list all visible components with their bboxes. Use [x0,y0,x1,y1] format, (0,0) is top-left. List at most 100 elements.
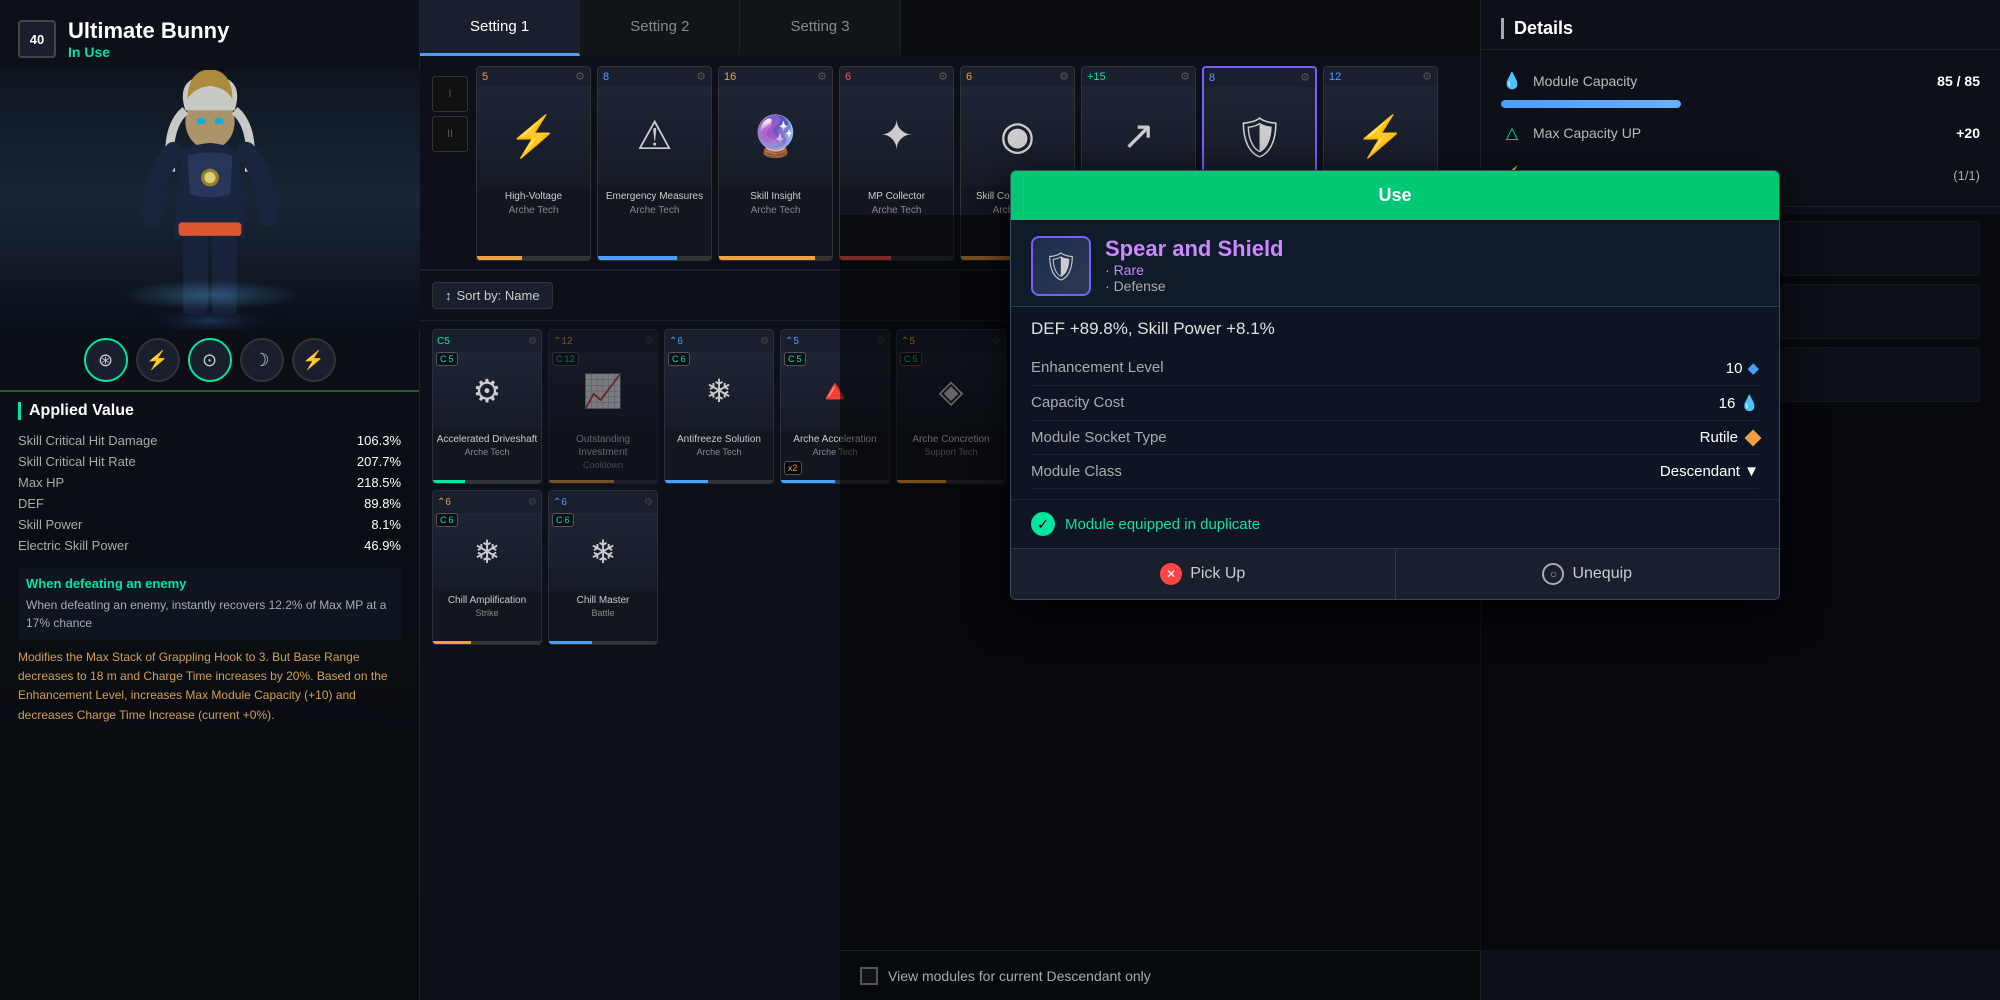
sort-icon: ↕ [445,288,452,303]
gmc-name: Outstanding Investment [549,430,657,460]
module-bar-fill [840,256,891,260]
gmc-settings-icon: ⚙ [528,336,537,347]
skill-icon-4[interactable]: ☽ [240,338,284,382]
popup-card[interactable]: Use 🛡 Spear and Shield · Rare · Defense … [1010,170,1780,600]
equipped-module-card[interactable]: 6 ⚙ ✦ MP Collector Arche Tech [839,66,954,261]
gmc-name: Chill Master [574,591,633,608]
module-icon: ⚠ [598,86,711,186]
stat-name: DEF [18,496,44,511]
module-gear-icon: ⚙ [1422,70,1432,83]
gmc-bar [433,641,541,644]
tab-setting3[interactable]: Setting 3 [740,0,900,56]
gmc-bar-fill [781,480,835,483]
cost-icon: C [440,515,447,525]
capacity-fill [1501,100,1681,108]
tab-setting1[interactable]: Setting 1 [420,0,580,56]
stat-value: 89.8% [364,496,401,511]
stat-name: Max HP [18,475,64,490]
stats-list: Skill Critical Hit Damage106.3%Skill Cri… [18,430,401,556]
skill-icon-5[interactable]: ⚡ [292,338,336,382]
skill-icon-1[interactable]: ⊛ [84,338,128,382]
details-header: Details [1481,0,2000,50]
gmc-bar-fill [665,480,708,483]
gmc-top: ⌃5 ⚙ [781,330,889,352]
module-gear-icon: ⚙ [1300,71,1310,84]
module-name: Emergency Measures [602,186,707,205]
rutile-icon [1745,429,1762,446]
character-image [0,70,420,330]
skill-icon-2[interactable]: ⚡ [136,338,180,382]
module-bar [598,256,711,260]
module-bar [719,256,832,260]
in-use-badge: In Use [68,44,229,60]
grid-module-card[interactable]: ⌃6 ⚙ C 6 ❄ Chill Master Battle [548,490,658,645]
module-bar [477,256,590,260]
pickup-label: Pick Up [1190,565,1245,583]
equipped-module-card[interactable]: 5 ⚙ ⚡ High-Voltage Arche Tech [476,66,591,261]
pickup-icon: ✕ [1160,563,1182,585]
left-panel: 40 Ultimate Bunny In Use [0,0,420,1000]
popup-stat-value: Descendant ▼ [1660,463,1759,480]
sort-button[interactable]: ↕ Sort by: Name [432,282,553,309]
stat-row: Electric Skill Power46.9% [18,535,401,556]
gmc-type: Strike [475,608,498,618]
descendant-checkbox[interactable] [860,967,878,985]
module-bar-fill [719,256,815,260]
popup-stat-row: Module Class Descendant ▼ [1031,455,1759,489]
skill-icon-3[interactable]: ⊙ [188,338,232,382]
stat-value: 8.1% [371,517,401,532]
module-card-top: 6 ⚙ [961,67,1074,86]
applied-value-title: Applied Value [18,402,401,420]
grid-module-card[interactable]: ⌃6 ⚙ C 6 ❄ Antifreeze Solution Arche Tec… [664,329,774,484]
stat-row: DEF 89.8% [18,493,401,514]
equipped-module-card[interactable]: 16 ⚙ 🔮 Skill Insight Arche Tech [718,66,833,261]
stat-val: 16 [1719,395,1736,412]
module-name: Skill Insight [746,186,805,205]
popup-stat-value: 16 💧 [1719,394,1759,412]
unequip-button[interactable]: ○ Unequip [1396,549,1780,599]
module-capacity-row: 💧 Module Capacity 85 / 85 [1501,64,1980,98]
gmc-level: ⌃12 [553,336,573,347]
grid-module-card[interactable]: C5 ⚙ C 5 ⚙ Accelerated Driveshaft Arche … [432,329,542,484]
when-defeating-text: When defeating an enemy, instantly recov… [26,596,393,632]
stat-row: Skill Power8.1% [18,514,401,535]
gmc-level: C5 [437,336,450,347]
stat-row: Skill Critical Hit Damage106.3% [18,430,401,451]
module-icon: ⚡ [477,86,590,186]
grid-module-card[interactable]: ⌃12 ⚙ C 12 📈 Outstanding Investment Cool… [548,329,658,484]
module-type: Arche Tech [751,205,801,216]
popup-stats: Enhancement Level 10 ◆ Capacity Cost 16 … [1011,351,1779,499]
gmc-cost: C 5 [436,352,458,366]
cost-icon: C [440,354,447,364]
module-level: 12 [1329,71,1341,83]
grid-module-card[interactable]: ⌃6 ⚙ C 6 ❄ Chill Amplification Strike [432,490,542,645]
popup-stat-row: Enhancement Level 10 ◆ [1031,351,1759,386]
gmc-settings-icon: ⚙ [992,336,1001,347]
character-name: Ultimate Bunny [68,18,229,44]
popup-actions: ✕ Pick Up ○ Unequip [1011,548,1779,599]
pickup-button[interactable]: ✕ Pick Up [1011,549,1396,599]
stat-value: 46.9% [364,538,401,553]
gmc-level: ⌃5 [901,336,915,347]
stat-row: Max HP218.5% [18,472,401,493]
gmc-bar-fill [897,480,946,483]
unequip-icon: ○ [1542,563,1564,585]
popup-stat-label: Module Class [1031,463,1122,480]
module-card-top: 8 ⚙ [1204,68,1315,87]
tab-setting2[interactable]: Setting 2 [580,0,740,56]
grid-module-card[interactable]: ⌃5 ⚙ C 5 ◈ Arche Concretion Support Tech [896,329,1006,484]
use-button[interactable]: Use [1011,171,1779,220]
cost-value: 5 [449,354,454,364]
module-level: 8 [1209,72,1215,84]
equipped-module-card[interactable]: 8 ⚙ ⚠ Emergency Measures Arche Tech [597,66,712,261]
popup-stat-value: Rutile [1700,429,1759,446]
popup-rarity: · Rare [1105,262,1759,278]
gmc-cost: C 6 [436,513,458,527]
module-gear-icon: ⚙ [1059,70,1069,83]
gmc-bar [549,641,657,644]
gmc-level: ⌃6 [437,497,451,508]
popup-module-info: Spear and Shield · Rare · Defense [1105,236,1759,294]
grid-module-card[interactable]: ⌃5 ⚙ C 5 🔺 Arche Acceleration Arche Tech… [780,329,890,484]
when-defeating-box: When defeating an enemy When defeating a… [18,568,401,640]
bottom-left: View modules for current Descendant only [860,967,1151,985]
